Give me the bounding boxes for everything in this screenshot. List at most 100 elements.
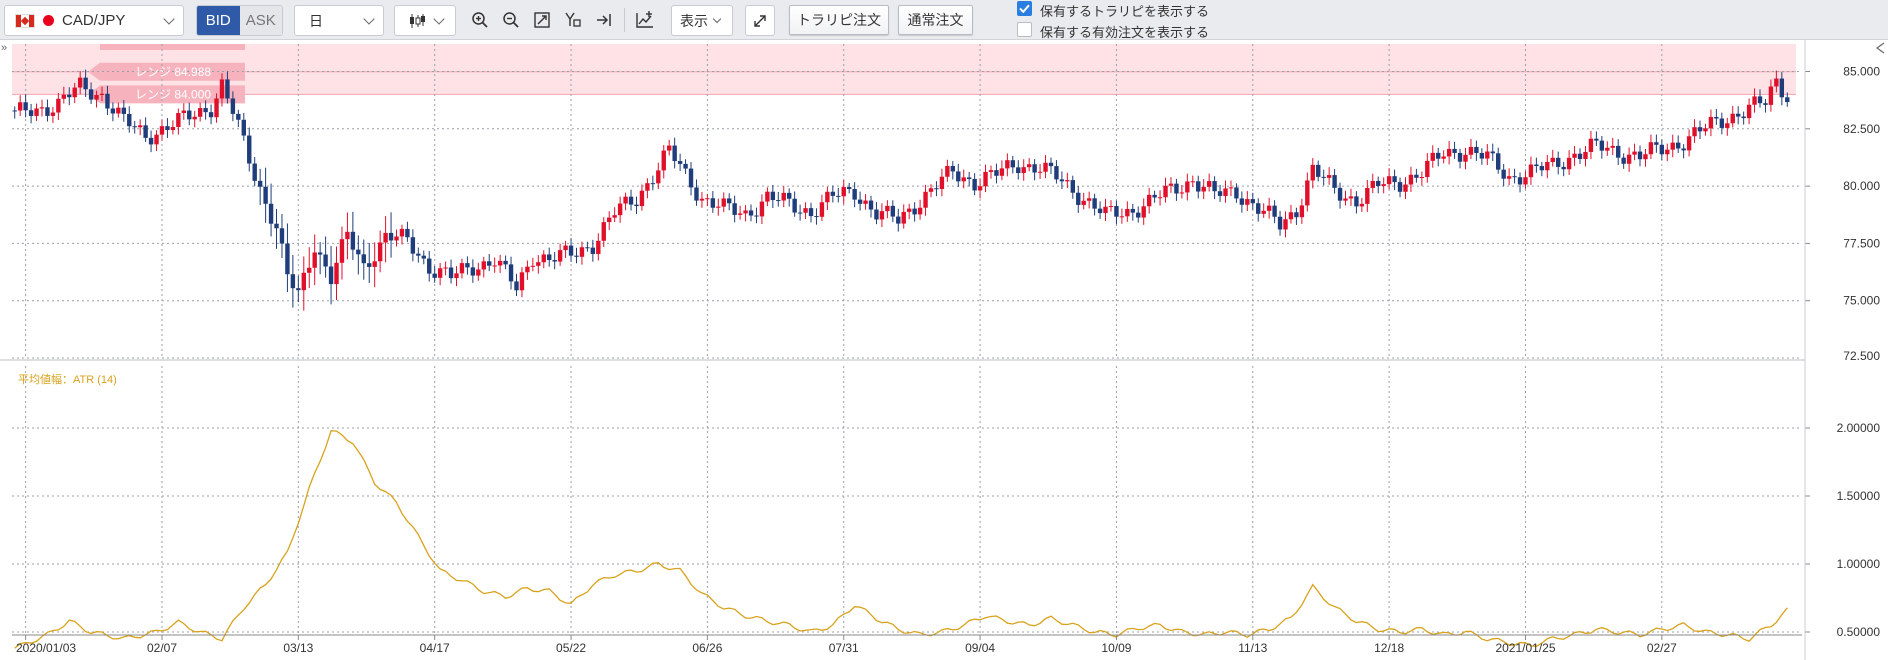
candle-body [1512,176,1517,178]
candle-body [1774,78,1779,87]
price-tick-label: 77.500 [1843,236,1880,250]
candle-body [1076,192,1081,205]
candle-body [634,204,639,206]
show-held-trap-label: 保有するトラリピを表示する [1040,4,1210,19]
candle-body [465,263,470,268]
candle-body [263,186,268,204]
candle-body [497,260,503,266]
candle-body [296,288,301,291]
currency-pair-select[interactable]: CAD/JPY [4,5,184,36]
display-menu-button[interactable]: 表示 [671,5,733,36]
atr-tick-label: 1.00000 [1837,557,1881,571]
candle-body [797,212,803,214]
crosshair-price-icon[interactable] [560,7,586,33]
candle-body [192,116,197,120]
candle-body [1266,205,1272,211]
candle-body [1496,153,1501,170]
candle-body [39,107,45,109]
candle-body [1681,148,1686,151]
candle-body [803,208,808,213]
normal-order-button[interactable]: 通常注文 [898,5,973,35]
candle-body [1485,151,1490,159]
candle-body [645,183,650,191]
candle-body [1692,127,1697,137]
date-tick-label: 10/09 [1101,641,1131,655]
candle-body [950,165,956,172]
candle-body [427,258,432,274]
candle-body [1594,138,1599,141]
candle-body [1152,194,1157,198]
candle-body [230,98,236,114]
candle-body [1114,206,1119,217]
candle-body [830,191,836,196]
date-tick-label: 11/13 [1238,641,1267,655]
candle-body [317,252,323,255]
zoom-out-icon[interactable] [498,7,524,33]
chevron-down-icon [163,13,175,25]
candle-body [1763,103,1768,105]
candle-body [765,191,770,202]
candle-body [1637,151,1643,160]
show-held-orders-checkbox[interactable] [1017,22,1032,37]
candle-body [110,108,116,114]
candle-body [514,281,519,291]
candle-body [852,189,857,200]
candle-body [323,254,328,267]
price-tick-label: 75.000 [1843,294,1880,308]
candle-body [1196,181,1201,192]
candle-body [737,213,743,215]
candle-body [437,268,443,278]
candle-body [1697,127,1703,132]
candle-body [1326,175,1332,178]
candle-body [1452,148,1457,153]
candle-body [1310,164,1315,181]
candle-body [1441,156,1446,159]
candle-body [1648,142,1654,155]
scroll-to-latest-icon[interactable] [591,7,617,33]
toolbar-divider [624,8,625,32]
candle-body [1190,181,1195,183]
candle-body [917,207,923,215]
zoom-in-icon[interactable] [467,7,493,33]
candle-body [874,209,879,220]
candle-body [1436,152,1441,159]
candle-body [372,261,377,267]
currency-pair-label: CAD/JPY [62,12,126,29]
bid-ask-toggle: BID ASK [196,5,283,36]
candle-body [1141,206,1146,218]
candle-body [1157,197,1163,199]
period-select[interactable]: 日 [294,5,384,36]
show-held-trap-checkbox[interactable] [1017,1,1032,16]
candle-body [879,211,885,220]
candle-body [716,206,721,208]
bid-button[interactable]: BID [197,6,240,35]
trap-repeat-order-button[interactable]: トラリピ注文 [789,5,889,35]
candle-body [1277,216,1283,230]
add-indicator-icon[interactable] [632,7,658,33]
candle-body [1201,186,1206,192]
candle-body [334,262,339,285]
candle-body [1245,199,1250,205]
candle-body [1725,123,1730,128]
candle-body [345,231,350,240]
candle-body [1332,175,1337,188]
candle-body [1059,179,1065,182]
candle-body [814,216,819,218]
chart-type-select[interactable] [394,5,456,36]
candle-body [1735,113,1741,117]
candle-body [1261,210,1266,214]
candle-body [132,126,137,128]
candle-body [1501,169,1506,179]
candle-body [148,137,154,145]
candle-body [617,203,623,216]
fit-screen-icon[interactable] [529,7,555,33]
candle-body [350,231,356,250]
price-chart[interactable]: レンジ 84.988 レンジ 84.000 85.000 82.500 80.000… [0,40,1888,660]
candle-body [1430,152,1435,161]
ask-button[interactable]: ASK [239,6,282,35]
candle-body [1654,142,1659,145]
candle-body [792,198,797,213]
candle-body [1425,160,1430,178]
candle-body [994,170,999,176]
expand-chart-button[interactable] [745,5,775,36]
